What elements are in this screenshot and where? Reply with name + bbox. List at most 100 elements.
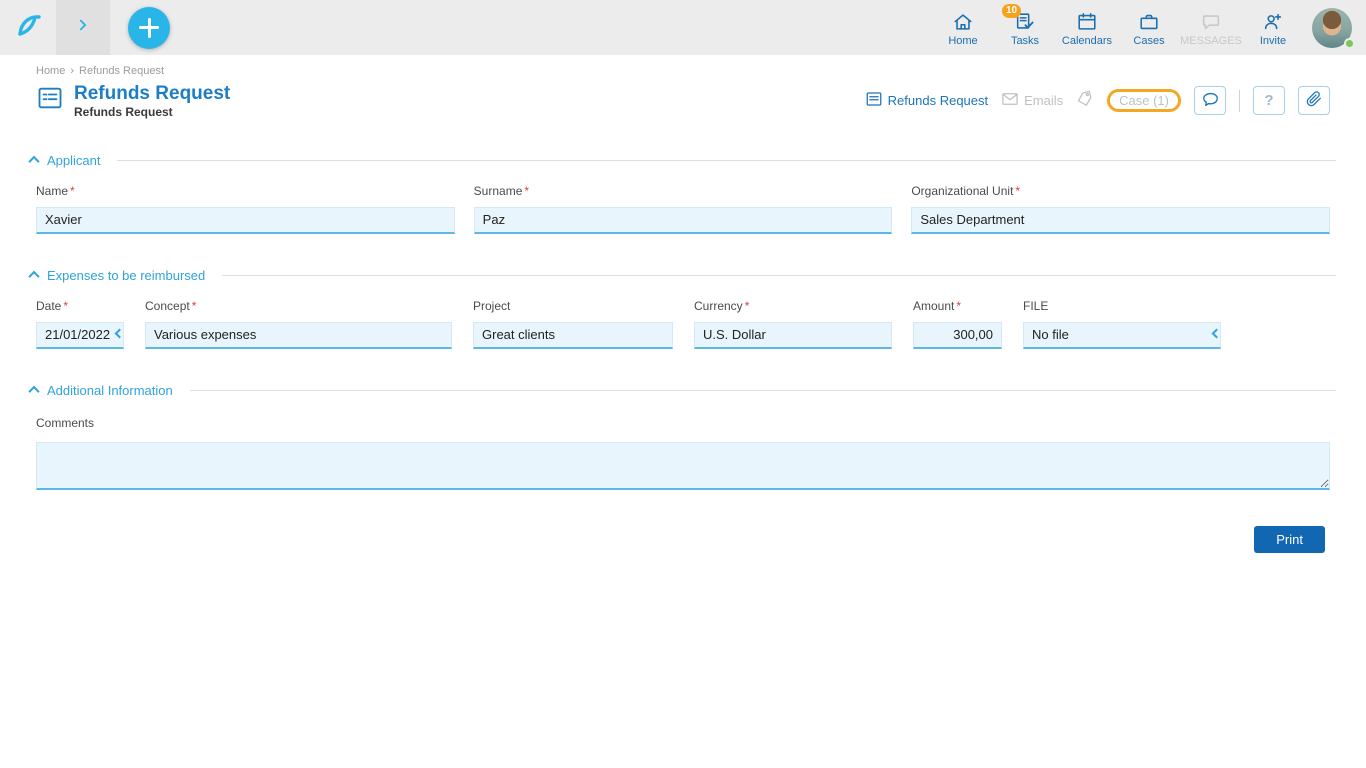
surname-field-group: Surname* — [474, 184, 893, 234]
breadcrumb-home[interactable]: Home — [36, 65, 65, 77]
help-question-label: ? — [1264, 92, 1273, 109]
toolbar-emails-tab[interactable]: Emails — [1001, 90, 1063, 111]
toolbar-divider — [1239, 90, 1240, 112]
header-toolbar: Refunds Request Emails Case (1) — [865, 86, 1330, 115]
org-unit-label: Organizational Unit* — [911, 184, 1330, 198]
section-applicant-header: Applicant — [30, 153, 1336, 168]
project-field-group: Project — [473, 299, 673, 349]
currency-input[interactable] — [694, 322, 892, 349]
page-titles: Refunds Request Refunds Request — [74, 83, 230, 119]
concept-field-group: Concept* — [145, 299, 452, 349]
logo-icon — [11, 8, 45, 47]
amount-field-group: Amount* — [913, 299, 1002, 349]
page-title: Refunds Request — [74, 83, 230, 105]
surname-label: Surname* — [474, 184, 893, 198]
toolbar-emails-label: Emails — [1024, 93, 1063, 108]
name-label-text: Name — [36, 184, 68, 198]
attachments-button[interactable] — [1298, 86, 1330, 115]
briefcase-icon — [1138, 11, 1160, 33]
comments-label-text: Comments — [36, 416, 94, 430]
required-marker: * — [745, 299, 750, 313]
currency-label: Currency* — [694, 299, 892, 313]
section-additional-header: Additional Information — [30, 383, 1336, 398]
breadcrumb: Home › Refunds Request — [36, 65, 1330, 77]
currency-label-text: Currency — [694, 299, 743, 313]
concept-input[interactable] — [145, 322, 452, 349]
required-marker: * — [192, 299, 197, 313]
top-nav: Home 10 Tasks — [932, 9, 1304, 47]
required-marker: * — [956, 299, 961, 313]
tag-icon — [1076, 90, 1094, 111]
comments-textarea[interactable] — [36, 442, 1330, 490]
toolbar-tag-button[interactable] — [1076, 90, 1094, 111]
toolbar-form-label: Refunds Request — [888, 93, 988, 108]
collapse-applicant-icon[interactable] — [28, 156, 39, 167]
org-unit-label-text: Organizational Unit — [911, 184, 1013, 198]
chevron-right-icon — [75, 17, 91, 38]
surname-input[interactable] — [474, 207, 893, 234]
section-expenses-title: Expenses to be reimbursed — [47, 268, 205, 283]
project-input[interactable] — [473, 322, 673, 349]
amount-label-text: Amount — [913, 299, 954, 313]
project-label-text: Project — [473, 299, 510, 313]
invite-user-icon — [1262, 11, 1284, 33]
amount-label: Amount* — [913, 299, 1002, 313]
nav-tasks[interactable]: 10 Tasks — [994, 9, 1056, 47]
app-logo[interactable] — [0, 0, 56, 55]
user-avatar[interactable] — [1312, 8, 1352, 48]
org-unit-input[interactable] — [911, 207, 1330, 234]
form-tab-icon — [865, 90, 883, 111]
messages-icon — [1200, 11, 1222, 33]
amount-input[interactable] — [913, 322, 1002, 349]
name-field-group: Name* — [36, 184, 455, 234]
file-field-group: FILE — [1023, 299, 1221, 349]
paperclip-icon — [1305, 90, 1323, 111]
nav-calendars[interactable]: Calendars — [1056, 9, 1118, 47]
name-label: Name* — [36, 184, 455, 198]
section-applicant-title: Applicant — [47, 153, 100, 168]
toolbar-case-tab-highlighted[interactable]: Case (1) — [1107, 89, 1181, 112]
page-header: Refunds Request Refunds Request Refunds … — [36, 83, 1330, 119]
nav-messages[interactable]: MESSAGES — [1180, 9, 1242, 47]
file-input[interactable] — [1023, 322, 1221, 349]
required-marker: * — [70, 184, 75, 198]
toolbar-comments-button[interactable] — [1194, 86, 1226, 115]
name-input[interactable] — [36, 207, 455, 234]
tasks-count-badge: 10 — [1002, 4, 1021, 18]
nav-invite-label: Invite — [1260, 35, 1286, 47]
breadcrumb-current: Refunds Request — [79, 65, 164, 77]
date-field-group: Date* — [36, 299, 124, 349]
nav-home[interactable]: Home — [932, 9, 994, 47]
print-button[interactable]: Print — [1254, 526, 1325, 553]
project-label: Project — [473, 299, 673, 313]
help-button[interactable]: ? — [1253, 86, 1285, 115]
required-marker: * — [1015, 184, 1020, 198]
date-input[interactable] — [36, 322, 124, 349]
nav-cases[interactable]: Cases — [1118, 9, 1180, 47]
required-marker: * — [524, 184, 529, 198]
sidebar-expand-toggle[interactable] — [56, 0, 110, 55]
section-divider — [190, 390, 1336, 391]
surname-label-text: Surname — [474, 184, 523, 198]
collapse-expenses-icon[interactable] — [28, 271, 39, 282]
required-marker: * — [63, 299, 68, 313]
nav-calendars-label: Calendars — [1062, 35, 1112, 47]
currency-field-group: Currency* — [694, 299, 892, 349]
collapse-additional-icon[interactable] — [28, 386, 39, 397]
online-status-dot — [1344, 38, 1355, 49]
file-label: FILE — [1023, 299, 1221, 313]
new-case-button[interactable] — [128, 7, 170, 49]
comments-label-row: Comments — [36, 416, 1330, 430]
toolbar-form-tab[interactable]: Refunds Request — [865, 90, 988, 111]
home-icon — [952, 11, 974, 33]
page: Home 10 Tasks — [0, 0, 1366, 768]
concept-label-text: Concept — [145, 299, 190, 313]
top-bar: Home 10 Tasks — [0, 0, 1366, 55]
date-label-text: Date — [36, 299, 61, 313]
nav-messages-label: MESSAGES — [1180, 35, 1242, 47]
applicant-fields-row: Name* Surname* Organizational Unit* — [36, 184, 1330, 234]
breadcrumb-separator: › — [70, 65, 74, 77]
page-subtitle: Refunds Request — [74, 105, 230, 119]
nav-invite[interactable]: Invite — [1242, 9, 1304, 47]
section-divider — [117, 160, 1336, 161]
